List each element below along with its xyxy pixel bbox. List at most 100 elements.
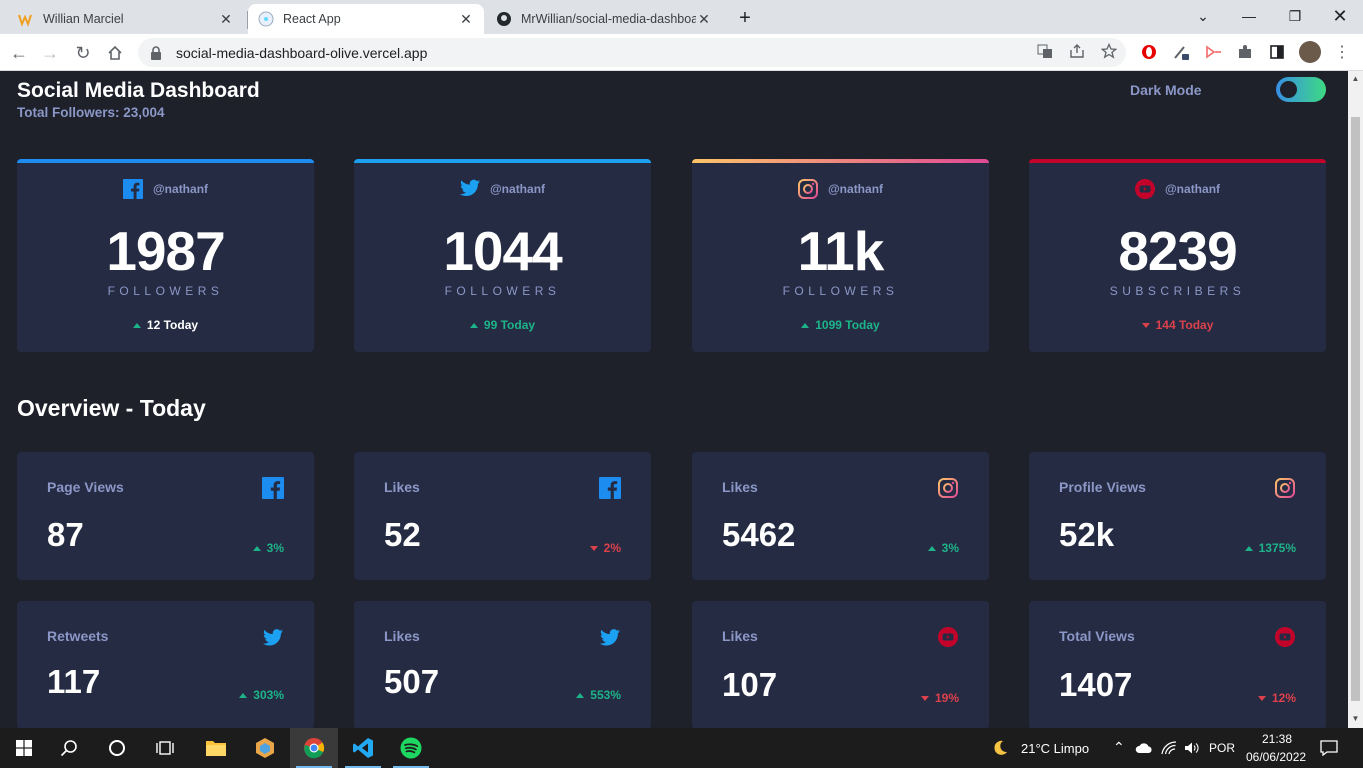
card-top-bar — [1029, 159, 1326, 163]
search-button[interactable] — [45, 728, 93, 768]
minimize-button[interactable]: — — [1226, 4, 1272, 28]
wifi-icon[interactable] — [1158, 728, 1180, 768]
cast-extension-icon[interactable] — [1204, 43, 1222, 61]
scroll-up-arrow-icon[interactable]: ▲ — [1351, 74, 1360, 84]
tab-willian-marciel[interactable]: Willian Marciel ✕ — [8, 4, 244, 34]
overview-delta: 553% — [576, 688, 621, 702]
overview-delta: 3% — [927, 541, 959, 555]
follower-unit: FOLLOWERS — [107, 284, 224, 298]
delta-text: 303% — [253, 688, 284, 702]
extensions-puzzle-icon[interactable] — [1236, 43, 1254, 61]
overview-label: Likes — [722, 628, 758, 644]
onedrive-cloud-icon[interactable] — [1134, 728, 1154, 768]
translate-icon[interactable] — [1036, 42, 1054, 60]
scrollbar-thumb[interactable] — [1351, 117, 1360, 701]
up-arrow-icon — [239, 693, 248, 699]
back-button[interactable]: ← — [6, 40, 32, 66]
weather-text[interactable]: 21°C Limpo — [1021, 741, 1089, 756]
cube-app-icon — [256, 738, 274, 758]
overview-label: Likes — [384, 628, 420, 644]
new-tab-button[interactable]: + — [732, 6, 758, 30]
chrome-taskbar-button[interactable] — [290, 728, 338, 768]
language-indicator[interactable]: POR — [1209, 741, 1235, 755]
vscode-icon — [353, 738, 373, 758]
reload-button[interactable]: ↻ — [70, 40, 96, 66]
follower-count: 8239 — [1118, 220, 1237, 282]
youtube-icon — [1134, 179, 1155, 199]
overview-title: Overview - Today — [17, 395, 206, 421]
overview-card: Likes 5462 3% — [692, 452, 989, 580]
follower-count: 1987 — [106, 220, 225, 282]
overview-card: Likes 52 2% — [354, 452, 651, 580]
overview-label: Likes — [384, 479, 420, 495]
close-tab-icon[interactable]: ✕ — [696, 11, 712, 28]
windows-taskbar: 21°C Limpo ⌃ POR 21:38 06/06/2022 — [0, 728, 1363, 768]
close-window-button[interactable]: ✕ — [1317, 4, 1363, 28]
bookmark-star-icon[interactable] — [1100, 42, 1118, 60]
down-arrow-icon — [1257, 696, 1266, 702]
url-text: social-media-dashboard-olive.vercel.app — [176, 44, 428, 61]
follower-unit: FOLLOWERS — [782, 284, 899, 298]
restore-button[interactable]: ❐ — [1272, 4, 1318, 28]
notifications-icon[interactable] — [1312, 728, 1346, 768]
home-button[interactable] — [102, 40, 128, 66]
wm-logo-icon — [18, 11, 34, 27]
opera-extension-icon[interactable] — [1140, 43, 1158, 61]
delta-text: 99 Today — [483, 318, 536, 332]
overview-label: Retweets — [47, 628, 109, 644]
overview-delta: 303% — [239, 688, 284, 702]
up-arrow-icon — [469, 323, 478, 329]
chevron-up-icon[interactable]: ⌃ — [1113, 739, 1125, 756]
volume-icon[interactable] — [1181, 728, 1203, 768]
delta-text: 2% — [603, 541, 621, 555]
file-explorer-button[interactable] — [192, 728, 240, 768]
overview-delta: 19% — [920, 691, 959, 705]
menu-kebab-icon[interactable]: ⋮ — [1333, 43, 1351, 61]
close-tab-icon[interactable]: ✕ — [218, 11, 234, 28]
side-panel-icon[interactable] — [1268, 43, 1286, 61]
tab-github-repo[interactable]: MrWillian/social-media-dashboa ✕ — [486, 4, 722, 34]
task-view-button[interactable] — [141, 728, 189, 768]
overview-delta: 12% — [1257, 691, 1296, 705]
facebook-icon — [122, 179, 143, 199]
overview-card: Likes 507 553% — [354, 601, 651, 728]
delta-text: 1375% — [1258, 541, 1296, 555]
delta-text: 553% — [590, 688, 621, 702]
overview-value: 117 — [47, 663, 101, 700]
color-picker-extension-icon[interactable] — [1172, 43, 1190, 61]
dark-mode-toggle[interactable] — [1276, 77, 1326, 102]
up-arrow-icon — [927, 546, 936, 552]
youtube-subscribers-card: @nathanf 8239 SUBSCRIBERS 144 Today — [1029, 159, 1326, 352]
overview-value: 5462 — [722, 516, 796, 553]
app-cube-button[interactable] — [241, 728, 289, 768]
browser-tab-bar: Willian Marciel ✕ React App ✕ MrWillian/… — [0, 0, 1363, 34]
vscode-taskbar-button[interactable] — [339, 728, 387, 768]
page-scrollbar[interactable]: ▲ ▼ — [1348, 71, 1363, 728]
scroll-down-arrow-icon[interactable]: ▼ — [1351, 714, 1360, 724]
windows-logo-icon — [16, 740, 32, 756]
overview-value: 87 — [47, 516, 84, 553]
spotify-taskbar-button[interactable] — [387, 728, 435, 768]
forward-button[interactable]: → — [37, 40, 63, 66]
spotify-icon — [400, 737, 422, 759]
chrome-icon — [304, 738, 325, 759]
share-icon[interactable] — [1068, 42, 1086, 60]
tab-react-app[interactable]: React App ✕ — [248, 4, 484, 34]
weather-moon-icon[interactable] — [978, 728, 1022, 768]
instagram-followers-card: @nathanf 11k FOLLOWERS 1099 Today — [692, 159, 989, 352]
clock-date[interactable]: 06/06/2022 — [1246, 750, 1306, 764]
overview-value: 1407 — [1059, 666, 1133, 703]
follower-delta: 1099 Today — [692, 318, 989, 332]
tab-title: React App — [283, 12, 341, 26]
close-tab-icon[interactable]: ✕ — [458, 11, 474, 28]
overview-label: Likes — [722, 479, 758, 495]
cortana-button[interactable] — [93, 728, 141, 768]
windows-start-button[interactable] — [0, 728, 48, 768]
profile-avatar[interactable] — [1299, 41, 1321, 63]
card-top-bar — [17, 159, 314, 163]
address-bar[interactable]: social-media-dashboard-olive.vercel.app — [138, 38, 1126, 67]
overview-card: Retweets 117 303% — [17, 601, 314, 728]
instagram-icon — [797, 179, 818, 199]
clock-time[interactable]: 21:38 — [1262, 732, 1292, 746]
tab-search-icon[interactable]: ⌄ — [1180, 4, 1226, 28]
